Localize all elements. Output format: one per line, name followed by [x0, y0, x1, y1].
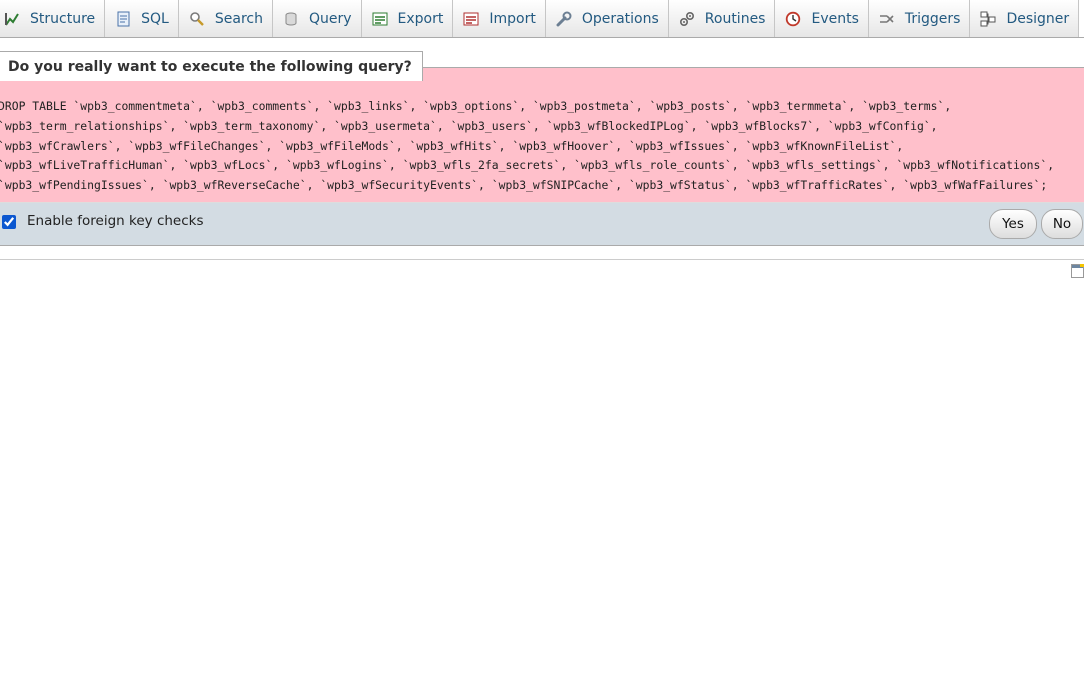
tab-label: Events — [811, 10, 859, 27]
export-icon — [372, 12, 388, 25]
tab-label: Operations — [581, 10, 659, 27]
tab-label: Routines — [704, 10, 766, 27]
routines-icon — [679, 11, 694, 26]
import-icon — [463, 12, 479, 25]
structure-icon — [5, 12, 19, 26]
tab-label: Import — [489, 10, 536, 27]
query-line: `wpb3_wfLiveTrafficHuman`, `wpb3_wfLocs`… — [0, 158, 1055, 172]
tab-operations[interactable]: Operations — [545, 0, 669, 37]
tab-search[interactable]: Search — [178, 0, 273, 37]
query-icon — [285, 12, 297, 25]
tab-label: Structure — [30, 10, 96, 27]
tab-import[interactable]: Import — [453, 0, 546, 37]
tab-label: Query — [308, 10, 352, 27]
tab-label: SQL — [141, 10, 169, 27]
tab-events[interactable]: Events — [775, 0, 869, 37]
triggers-icon — [879, 14, 894, 23]
tab-list: Structure SQL Search Query Export Import… — [0, 0, 1080, 37]
foreign-key-checkbox[interactable] — [2, 215, 16, 229]
query-preview: DROP TABLE `wpb3_commentmeta`, `wpb3_com… — [0, 67, 1084, 203]
confirm-question-text: Do you really want to execute the follow… — [8, 58, 412, 75]
console-toggle-icon[interactable] — [1071, 264, 1084, 278]
designer-icon — [980, 11, 996, 26]
confirm-question: Do you really want to execute the follow… — [0, 51, 423, 81]
tab-bar: Structure SQL Search Query Export Import… — [0, 0, 1084, 38]
query-line: `wpb3_wfCrawlers`, `wpb3_wfFileChanges`,… — [0, 139, 904, 153]
wrench-icon — [556, 11, 572, 26]
no-button[interactable]: No — [1041, 209, 1083, 239]
tab-label: Designer — [1006, 10, 1070, 27]
sql-icon — [117, 11, 130, 26]
divider — [0, 259, 1084, 260]
query-line: `wpb3_wfPendingIssues`, `wpb3_wfReverseC… — [0, 178, 1048, 192]
tab-structure[interactable]: Structure — [0, 0, 106, 37]
confirm-footer: Enable foreign key checks Yes No — [0, 203, 1084, 246]
query-line: `wpb3_term_relationships`, `wpb3_term_ta… — [0, 119, 938, 133]
clock-icon — [786, 11, 801, 26]
tab-routines[interactable]: Routines — [668, 0, 776, 37]
tab-export[interactable]: Export — [361, 0, 454, 37]
tab-label: Triggers — [904, 10, 961, 27]
tab-label: Search — [214, 10, 263, 27]
yes-button[interactable]: Yes — [989, 209, 1037, 239]
foreign-key-label[interactable]: Enable foreign key checks — [27, 213, 204, 229]
tab-designer[interactable]: Designer — [970, 0, 1080, 37]
search-icon — [190, 11, 204, 26]
tab-triggers[interactable]: Triggers — [868, 0, 971, 37]
tab-query[interactable]: Query — [272, 0, 362, 37]
query-line: DROP TABLE `wpb3_commentmeta`, `wpb3_com… — [0, 99, 952, 113]
tab-label: Export — [397, 10, 444, 27]
tab-sql[interactable]: SQL — [105, 0, 179, 37]
